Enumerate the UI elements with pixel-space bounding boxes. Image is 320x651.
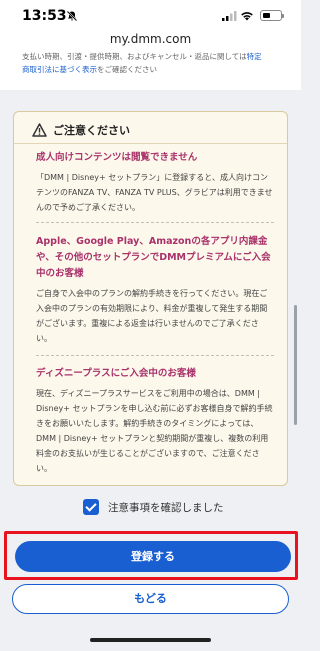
back-button[interactable]: もどる <box>12 584 289 614</box>
legal-link-part1[interactable]: 特定 <box>247 52 262 61</box>
section-title: 成人向けコンテンツは閲覧できません <box>36 152 198 163</box>
section-title: Apple、Google Play、Amazonの各アプリ内課金や、その他のセッ… <box>36 236 271 279</box>
legal-note-text-2: をご確認ください <box>97 65 157 74</box>
warning-icon <box>32 123 47 137</box>
register-highlight-frame: 登録する <box>4 531 298 580</box>
section-divider <box>36 355 274 356</box>
notice-title: ご注意ください <box>53 124 130 137</box>
home-indicator[interactable] <box>90 638 211 642</box>
section-body: 現在、ディズニープラスサービスをご利用中の場合は、DMM | Disney+ セ… <box>36 389 273 473</box>
status-time: 13:53 <box>22 8 67 24</box>
notice-divider <box>14 143 287 144</box>
signal-icon <box>222 11 237 21</box>
url-text: my.dmm.com <box>109 32 192 46</box>
wifi-icon <box>241 12 253 21</box>
section-body: 「DMM | Disney+ セットプラン」に登録すると、成人向けコンテンツのF… <box>36 173 273 212</box>
register-button[interactable]: 登録する <box>15 541 291 572</box>
notice-section-adult: 成人向けコンテンツは閲覧できません 「DMM | Disney+ セットプラン」… <box>36 150 274 215</box>
status-bar: 13:53 <box>0 0 301 28</box>
bell-slash-icon <box>66 10 78 22</box>
battery-icon <box>260 10 284 21</box>
agree-checkbox-row[interactable]: 注意事項を確認しました <box>83 499 224 515</box>
scrollbar[interactable] <box>294 305 297 425</box>
checkbox-checked-icon[interactable] <box>83 499 99 515</box>
url-bar[interactable]: my.dmm.com <box>0 28 301 50</box>
legal-link[interactable]: 商取引法に基づく表示 <box>22 65 97 74</box>
legal-note: 支払い時期、引渡・提供時期、およびキャンセル・返品に関しては特定 商取引法に基づ… <box>0 50 301 90</box>
agree-label[interactable]: 注意事項を確認しました <box>108 500 224 515</box>
section-title: ディズニープラスにご入会中のお客様 <box>36 368 196 379</box>
legal-note-text: 支払い時期、引渡・提供時期、およびキャンセル・返品に関しては <box>22 52 247 61</box>
notice-header: ご注意ください <box>32 120 273 140</box>
section-body: ご自身で入会中のプランの解約手続きを行ってください。現在ご入会中のプランの有効期… <box>36 289 268 343</box>
notice-section-app-billing: Apple、Google Play、Amazonの各アプリ内課金や、その他のセッ… <box>36 234 274 346</box>
section-divider <box>36 222 274 223</box>
notice-section-disney: ディズニープラスにご入会中のお客様 現在、ディズニープラスサービスをご利用中の場… <box>36 366 274 476</box>
